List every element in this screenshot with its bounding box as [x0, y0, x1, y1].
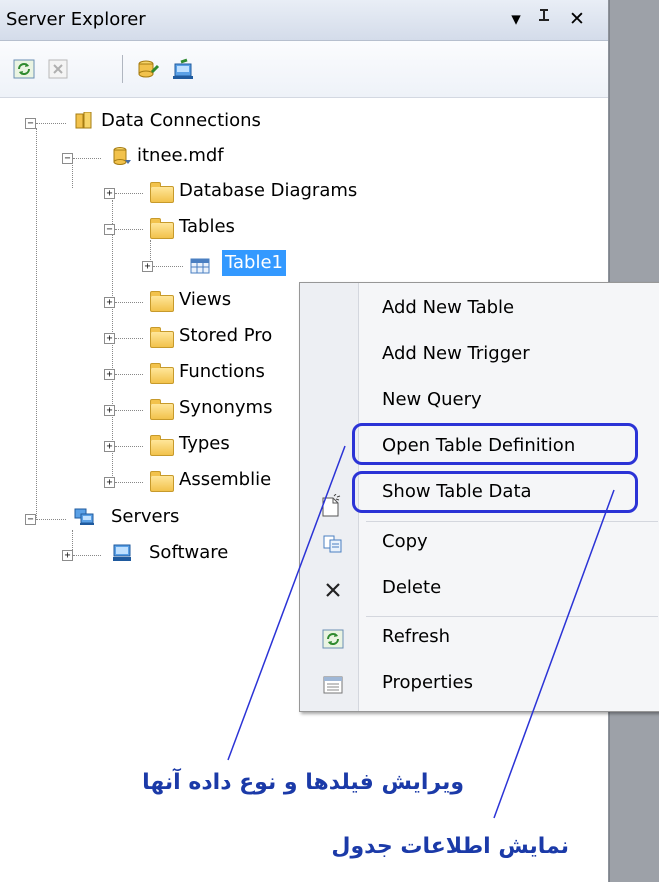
expand-toggle[interactable]: +: [142, 261, 153, 272]
menu-item-label: Properties: [382, 672, 473, 693]
tree-line: [73, 158, 101, 159]
servers-icon: [74, 508, 94, 525]
tree-line: [115, 374, 143, 375]
folder-icon: [150, 291, 174, 312]
connect-to-database-icon: [138, 60, 160, 78]
panel-title: Server Explorer: [6, 9, 146, 30]
menu-separator: [366, 521, 658, 522]
menu-item-delete[interactable]: Delete: [300, 570, 659, 610]
auto-hide-pin-icon[interactable]: [533, 6, 555, 32]
folder-icon: [150, 327, 174, 348]
tree-line: [115, 410, 143, 411]
tree-node-database-diagrams[interactable]: Database Diagrams: [176, 178, 360, 204]
menu-item-add-new-table[interactable]: Add New Table: [300, 290, 659, 330]
menu-item-new-query[interactable]: New Query: [300, 382, 659, 422]
tree-node-stored-procedures[interactable]: Stored Pro: [176, 323, 275, 349]
highlight-show-table-data: [352, 471, 638, 513]
stop-button[interactable]: [45, 57, 71, 81]
tree-line: [36, 123, 66, 124]
menu-item-label: New Query: [382, 389, 482, 410]
expand-toggle[interactable]: +: [104, 405, 115, 416]
tree-line: [115, 482, 143, 483]
stop-icon: [48, 59, 68, 79]
window-position-dropdown-icon[interactable]: ▾: [505, 6, 527, 32]
data-connections-icon: [75, 112, 92, 129]
refresh-icon: [322, 629, 344, 649]
toolbar: [0, 41, 608, 98]
database-file-icon: [113, 147, 131, 165]
toolbar-separator: [122, 55, 123, 83]
title-bar: Server Explorer ▾ ✕: [0, 0, 608, 41]
annotation-show-table-info: نمایش اطلاعات جدول: [331, 834, 569, 859]
tree-line: [72, 162, 73, 188]
tree-line: [115, 193, 143, 194]
annotation-edit-fields: ویرایش فیلدها و نوع داده آنها: [142, 770, 464, 795]
refresh-icon: [13, 59, 35, 79]
tree-node-software[interactable]: Software: [146, 540, 231, 566]
refresh-button[interactable]: [11, 57, 37, 81]
tree-node-servers[interactable]: Servers: [108, 504, 182, 530]
menu-item-label: Copy: [382, 531, 428, 552]
copy-icon: [322, 534, 344, 554]
properties-icon: [322, 675, 344, 695]
tree-node-functions[interactable]: Functions: [176, 359, 268, 385]
tree-line: [73, 555, 101, 556]
menu-item-label: Refresh: [382, 626, 450, 647]
menu-item-label: Add New Trigger: [382, 343, 530, 364]
tree-node-itnee-mdf[interactable]: itnee.mdf: [134, 143, 227, 169]
connect-to-server-button[interactable]: [170, 57, 196, 81]
tree-node-tables[interactable]: Tables: [176, 214, 238, 240]
menu-item-add-new-trigger[interactable]: Add New Trigger: [300, 336, 659, 376]
new-document-icon: [320, 494, 342, 517]
tree-node-synonyms[interactable]: Synonyms: [176, 395, 275, 421]
folder-icon: [150, 435, 174, 456]
collapse-toggle[interactable]: −: [104, 224, 115, 235]
folder-icon: [150, 182, 174, 203]
tree-node-data-connections[interactable]: Data Connections: [98, 108, 264, 134]
expand-toggle[interactable]: +: [62, 550, 73, 561]
tree-line: [36, 128, 37, 518]
expand-toggle[interactable]: +: [104, 477, 115, 488]
connect-to-database-button[interactable]: [135, 57, 161, 81]
menu-item-label: Add New Table: [382, 297, 515, 318]
menu-item-label: Delete: [382, 577, 442, 598]
tree-line: [115, 302, 143, 303]
folder-icon: [150, 399, 174, 420]
computer-icon: [113, 544, 131, 561]
menu-item-copy[interactable]: Copy: [300, 524, 659, 564]
tree-line: [115, 338, 143, 339]
expand-toggle[interactable]: +: [104, 441, 115, 452]
folder-icon: [150, 218, 174, 239]
collapse-toggle[interactable]: −: [25, 118, 36, 129]
expand-toggle[interactable]: +: [104, 369, 115, 380]
folder-icon: [150, 471, 174, 492]
expand-toggle[interactable]: +: [104, 333, 115, 344]
tree-node-table1[interactable]: Table1: [222, 250, 286, 276]
collapse-toggle[interactable]: −: [62, 153, 73, 164]
tree-line: [36, 519, 66, 520]
table-icon: [190, 258, 210, 274]
connect-to-server-icon: [173, 58, 193, 79]
delete-icon: [322, 580, 344, 600]
menu-item-properties[interactable]: Properties: [300, 665, 659, 705]
tree-line: [115, 229, 143, 230]
collapse-toggle[interactable]: −: [25, 514, 36, 525]
tree-line: [153, 266, 183, 267]
tree-node-types[interactable]: Types: [176, 431, 233, 457]
tree-line: [115, 446, 143, 447]
close-icon[interactable]: ✕: [566, 6, 588, 32]
expand-toggle[interactable]: +: [104, 297, 115, 308]
menu-separator: [366, 616, 658, 617]
tree-node-assemblies[interactable]: Assemblie: [176, 467, 274, 493]
expand-toggle[interactable]: +: [104, 188, 115, 199]
tree-node-views[interactable]: Views: [176, 287, 234, 313]
folder-icon: [150, 363, 174, 384]
menu-item-refresh[interactable]: Refresh: [300, 619, 659, 659]
highlight-open-table-definition: [352, 423, 638, 465]
